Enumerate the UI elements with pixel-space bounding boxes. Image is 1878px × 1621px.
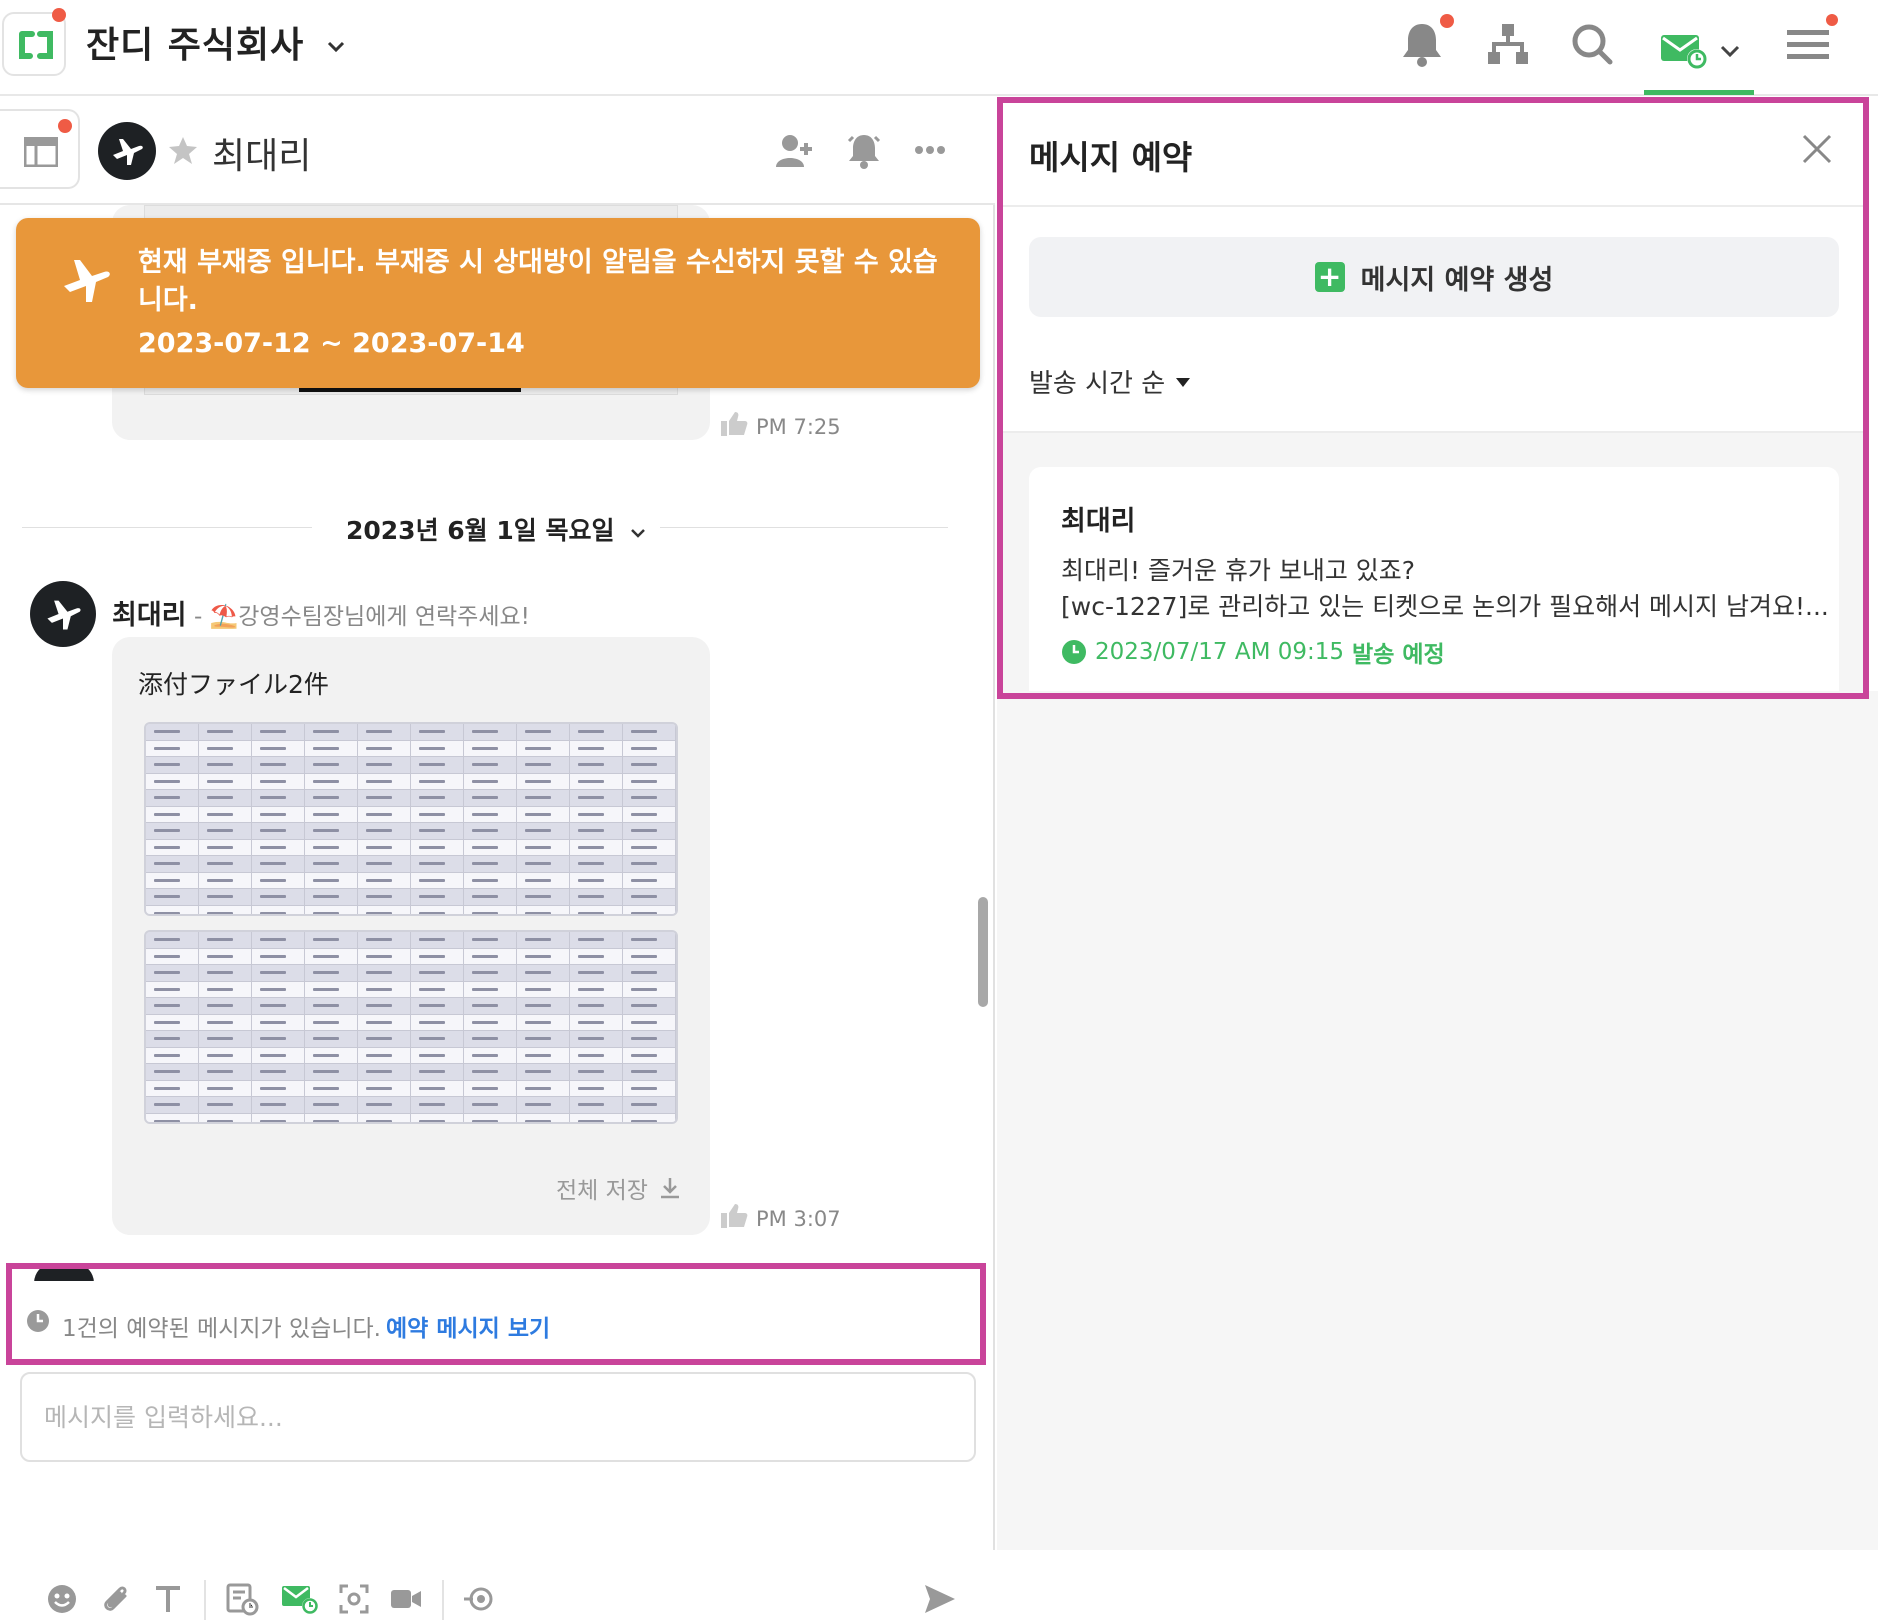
invite-member-icon[interactable] [776,133,814,169]
layout-icon [24,137,58,167]
more-icon[interactable] [914,145,946,155]
search-icon[interactable] [1564,16,1620,72]
attachment-title: 添付ファイル2件 [138,670,329,699]
logo-notification-dot [52,8,66,22]
date-label: 2023년 6월 1일 목요일 [346,511,647,547]
scheduled-mail-button[interactable] [1648,12,1752,90]
divider-line [660,527,948,528]
away-message: 현재 부재중 입니다. 부재중 시 상대방이 알림을 수신하지 못할 수 있습니… [138,247,938,316]
download-icon [660,1178,679,1199]
spreadsheet-thumbnail[interactable] [144,722,678,916]
room-header: 최대리 [0,97,995,205]
message-input-box [20,1372,976,1462]
alarm-bell-icon[interactable] [845,131,883,169]
scheduled-mail-icon [1661,35,1707,69]
toolbar-divider [204,1580,206,1620]
chat-room: 최대리 현재 부재중 입니다. 부재중 시 상대방이 알림을 수신하지 못할 수… [0,97,995,1620]
highlight-box [997,97,1869,699]
video-call-icon[interactable] [384,1577,428,1621]
spreadsheet-thumbnail[interactable] [144,930,678,1124]
divider-line [22,527,312,528]
org-chart-icon[interactable] [1480,16,1536,72]
emoji-icon[interactable] [40,1577,84,1621]
chat-scrollbar[interactable] [978,897,988,1007]
panel-notification-dot [58,119,72,133]
todo-icon[interactable] [220,1577,264,1621]
paperclip-icon[interactable] [94,1577,138,1621]
screen-capture-icon[interactable] [332,1577,376,1621]
message-input[interactable] [44,1392,944,1442]
like-icon[interactable] [720,411,748,437]
room-title: 최대리 [212,136,312,177]
integration-icon[interactable] [458,1577,502,1621]
send-icon[interactable] [918,1577,962,1621]
airplane-icon [64,260,110,302]
toolbar-divider [442,1580,444,1620]
message-time: PM 7:25 [756,415,841,439]
save-all-button[interactable]: 전체 저장 [556,1171,682,1205]
jandi-logo-icon [19,31,53,59]
active-tab-underline [1644,90,1754,95]
text-format-icon[interactable] [146,1577,190,1621]
scheduled-message-icon[interactable] [278,1577,322,1621]
workspace-name[interactable]: 잔디 주식회사 [86,16,346,68]
airplane-icon [113,139,143,165]
bell-notification-dot [1440,14,1454,28]
chevron-down-icon [631,529,646,538]
chevron-down-icon [326,40,346,54]
avatar[interactable] [98,122,156,180]
airplane-icon [47,600,81,630]
menu-notification-dot [1826,14,1838,26]
sender-status: - ⛱️강영수팀장님에게 연락주세요! [194,604,530,630]
scheduled-message-panel: 메시지 예약 + 메시지 예약 생성 발송 시간 순 최대리 최대리! 즐거운 … [997,97,1878,1550]
message-time: PM 3:07 [756,1207,841,1231]
avatar[interactable] [30,581,96,647]
away-dates: 2023-07-12 ~ 2023-07-14 [138,328,525,359]
highlight-box [6,1263,986,1365]
chevron-down-icon [1720,45,1740,58]
sender-name[interactable]: 최대리 [112,593,187,632]
date-divider[interactable]: 2023년 6월 1일 목요일 [22,507,948,547]
away-banner: 현재 부재중 입니다. 부재중 시 상대방이 알림을 수신하지 못할 수 있습니… [16,218,980,388]
star-icon[interactable] [168,135,198,165]
like-icon[interactable] [720,1203,748,1229]
top-bar: 잔디 주식회사 [0,0,1878,96]
